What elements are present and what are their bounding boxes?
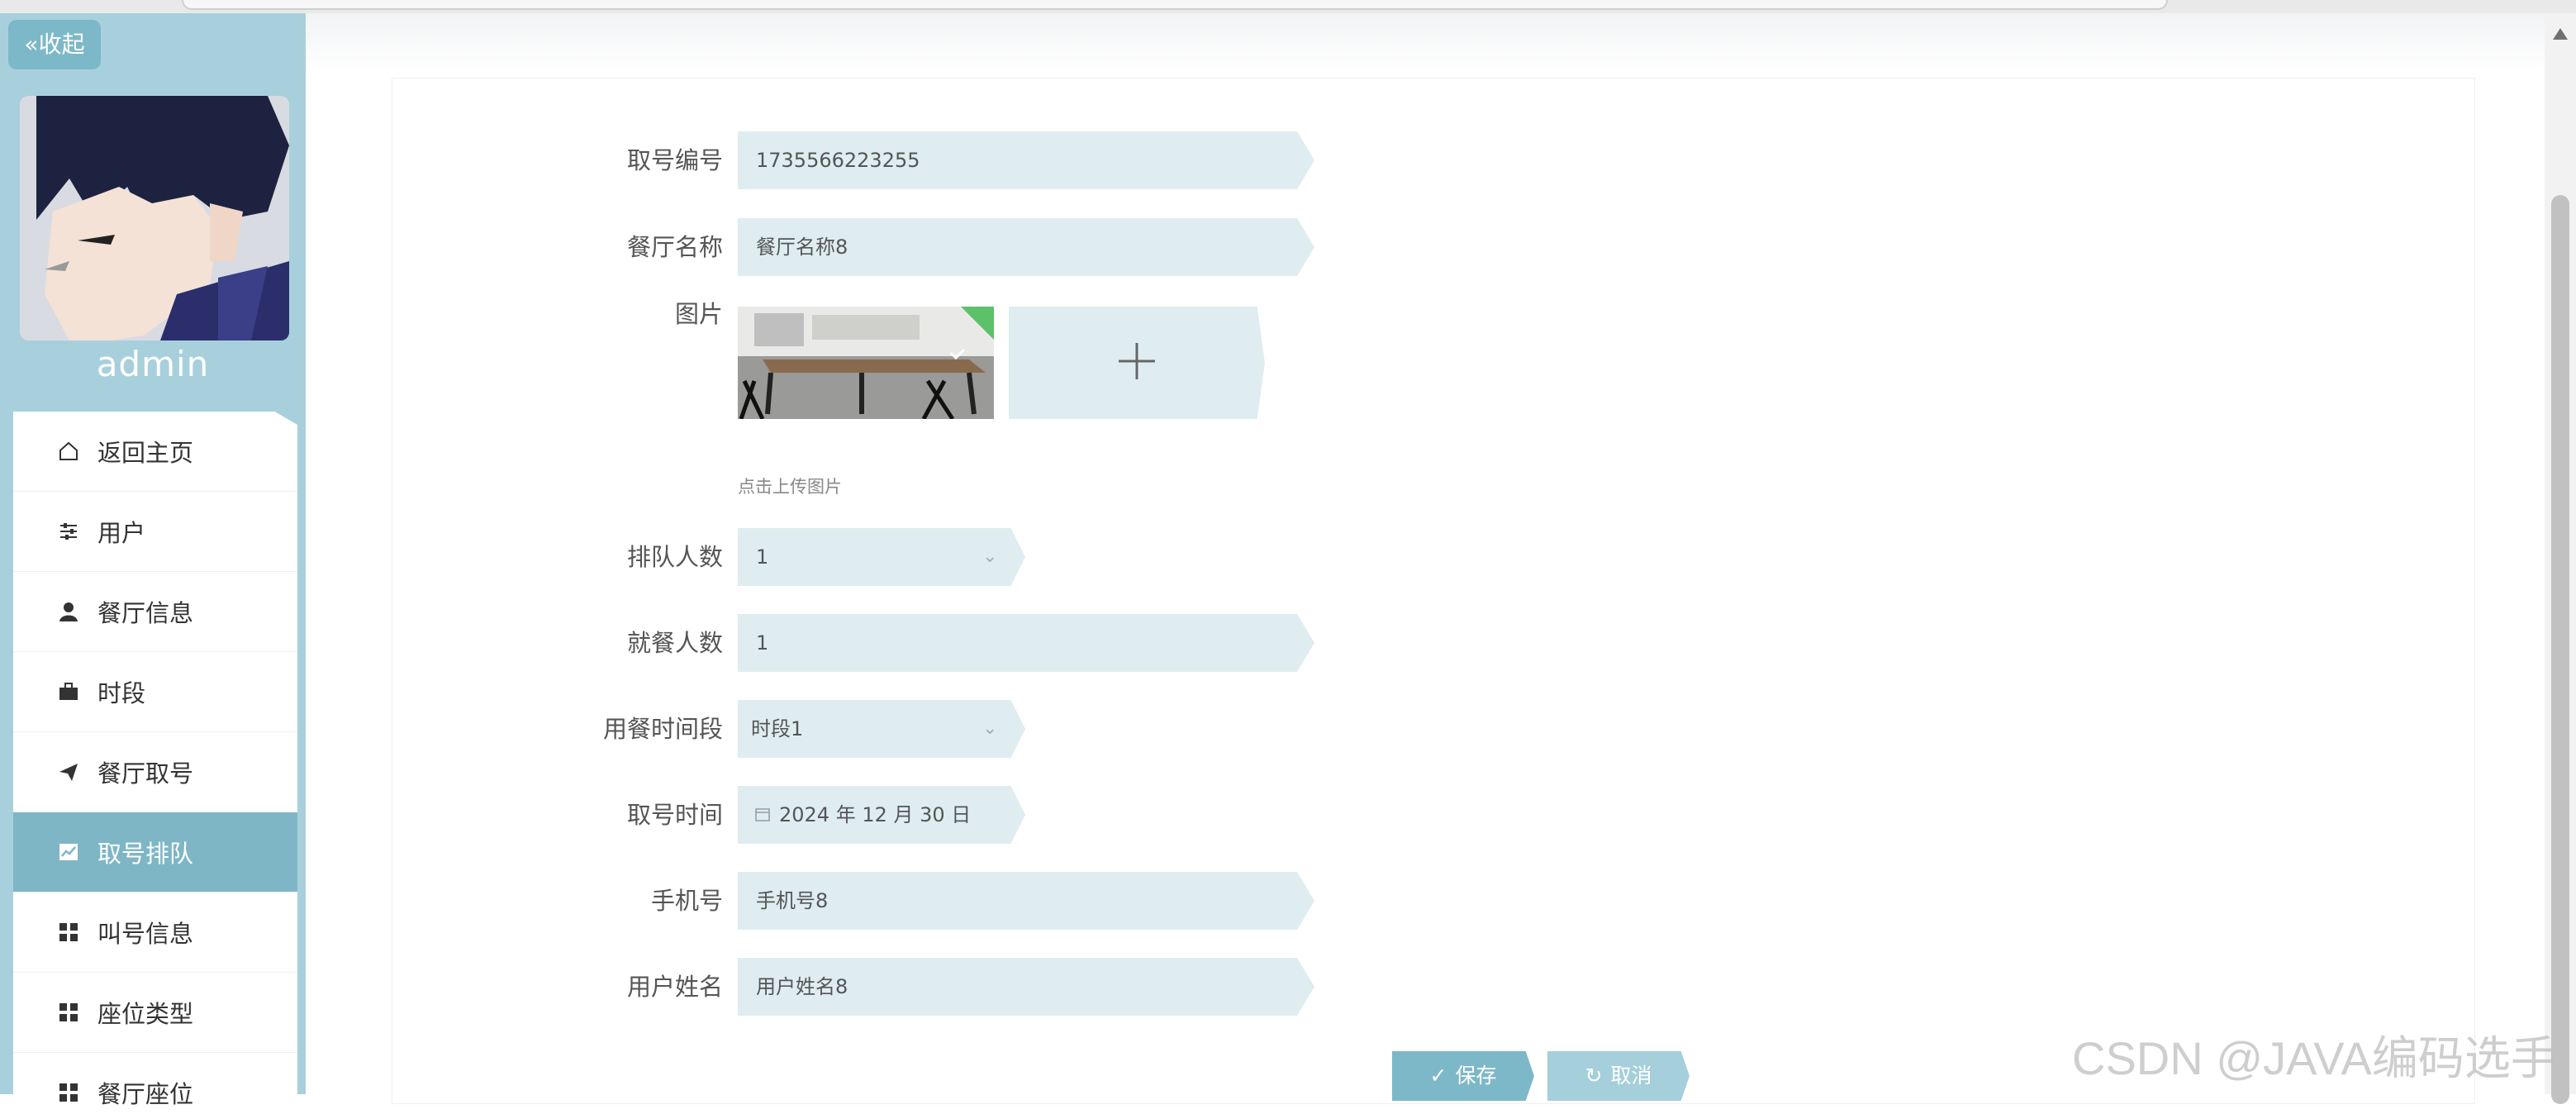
save-button[interactable]: ✓ 保存 xyxy=(1392,1051,1534,1101)
upload-hint: 点击上传图片 xyxy=(738,477,842,497)
collapse-label: 收起 xyxy=(38,31,85,58)
sidebar-item-restaurant-info[interactable]: 餐厅信息 xyxy=(13,572,297,652)
sidebar-item-home[interactable]: 返回主页 xyxy=(13,412,297,492)
sidebar-item-label: 时段 xyxy=(97,679,146,707)
form-row-time-slot: 用餐时间段 时段1 ⌄ xyxy=(392,700,2045,758)
chevron-down-icon: ⌄ xyxy=(982,718,998,739)
form-row-user-name: 用户姓名 用户姓名8 xyxy=(392,958,2045,1016)
queue-count-value: 1 xyxy=(756,545,769,569)
image-label: 图片 xyxy=(674,300,723,328)
send-icon xyxy=(56,759,81,784)
cancel-label: 取消 xyxy=(1610,1064,1652,1088)
queue-count-select[interactable]: 1 ⌄ xyxy=(738,528,1025,586)
sidebar-item-label: 座位类型 xyxy=(97,1000,194,1028)
time-slot-value: 时段1 xyxy=(751,717,804,740)
cancel-button[interactable]: ↻ 取消 xyxy=(1547,1051,1690,1101)
chart-icon xyxy=(56,840,81,864)
sidebar-item-label: 叫号信息 xyxy=(97,920,194,948)
collapse-button[interactable]: «收起 xyxy=(8,20,101,69)
ticket-no-field[interactable]: 1735566223255 xyxy=(738,131,1314,189)
check-icon: ✓ xyxy=(1429,1064,1447,1088)
home-icon xyxy=(56,439,81,464)
form-row-queue-count: 排队人数 1 ⌄ xyxy=(392,528,2045,586)
form-row-phone: 手机号 手机号8 xyxy=(392,872,2045,930)
ticket-time-value: 2024 年 12 月 30 日 xyxy=(779,803,972,826)
form-row-restaurant: 餐厅名称 餐厅名称8 xyxy=(392,218,2045,276)
ticket-no-label: 取号编号 xyxy=(626,146,723,174)
ticket-time-label: 取号时间 xyxy=(626,801,723,829)
watermark: CSDN @JAVA编码选手 xyxy=(2072,1032,2557,1084)
chevron-down-icon: ⌄ xyxy=(982,546,998,567)
sidebar-item-label: 返回主页 xyxy=(97,439,194,467)
grid-icon xyxy=(56,1000,81,1025)
sidebar-item-call-info[interactable]: 叫号信息 xyxy=(13,893,297,973)
form-row-diners: 就餐人数 1 xyxy=(392,614,2045,672)
sidebar-item-queue[interactable]: 取号排队 xyxy=(13,812,297,893)
sidebar-item-take-number[interactable]: 餐厅取号 xyxy=(13,732,297,812)
scroll-up-arrow-icon[interactable] xyxy=(2553,28,2568,40)
form-row-ticket-no: 取号编号 1735566223255 xyxy=(392,131,2045,189)
browser-top-bar xyxy=(0,0,2576,14)
phone-label: 手机号 xyxy=(650,887,723,915)
form-row-ticket-time: 取号时间 2024 年 12 月 30 日 xyxy=(392,786,2045,844)
sidebar-item-label: 用户 xyxy=(97,519,146,547)
sidebar-item-seat-type[interactable]: 座位类型 xyxy=(13,973,297,1053)
sidebar-item-label: 餐厅取号 xyxy=(97,759,194,788)
save-label: 保存 xyxy=(1455,1064,1497,1088)
sidebar-item-time-slot[interactable]: 时段 xyxy=(13,652,297,732)
username-label: admin xyxy=(96,344,210,384)
sidebar-item-label: 餐厅座位 xyxy=(97,1080,194,1108)
ticket-time-picker[interactable]: 2024 年 12 月 30 日 xyxy=(738,786,1025,844)
image-upload-button[interactable] xyxy=(1009,307,1265,419)
sidebar-item-label: 取号排队 xyxy=(97,840,194,868)
diners-label: 就餐人数 xyxy=(626,629,723,657)
diners-field[interactable]: 1 xyxy=(738,614,1314,672)
uploaded-image-thumbnail[interactable] xyxy=(738,307,994,419)
sidebar: «收起 admin 返回主页 用户 餐厅信息 时段 餐厅取号 取号排队 叫号信息… xyxy=(0,13,306,1114)
time-slot-label: 用餐时间段 xyxy=(602,715,723,743)
user-name-label: 用户姓名 xyxy=(626,973,723,1001)
briefcase-icon xyxy=(56,679,81,704)
time-slot-select[interactable]: 时段1 ⌄ xyxy=(738,700,1025,758)
vertical-scrollbar[interactable] xyxy=(2545,13,2576,1104)
sliders-icon xyxy=(56,519,81,544)
grid-icon xyxy=(56,920,81,945)
restaurant-label: 餐厅名称 xyxy=(626,233,723,261)
sidebar-item-users[interactable]: 用户 xyxy=(13,492,297,572)
plus-icon xyxy=(1115,340,1158,386)
calendar-icon xyxy=(754,787,771,844)
user-name-field[interactable]: 用户姓名8 xyxy=(738,958,1314,1016)
restaurant-field[interactable]: 餐厅名称8 xyxy=(738,218,1314,276)
main-content: 取号编号 1735566223255 餐厅名称 餐厅名称8 图片 点击上传图片 … xyxy=(306,13,2545,1104)
form-card: 取号编号 1735566223255 餐厅名称 餐厅名称8 图片 点击上传图片 … xyxy=(392,78,2475,1104)
scrollbar-thumb[interactable] xyxy=(2551,195,2569,1104)
queue-count-label: 排队人数 xyxy=(626,543,723,571)
sidebar-item-label: 餐厅信息 xyxy=(97,599,194,627)
sidebar-menu: 返回主页 用户 餐厅信息 时段 餐厅取号 取号排队 叫号信息 座位类型 餐厅座位 xyxy=(13,412,297,1114)
user-icon xyxy=(56,599,81,624)
avatar xyxy=(20,96,289,340)
grid-icon xyxy=(56,1080,81,1105)
refresh-icon: ↻ xyxy=(1585,1064,1603,1088)
sidebar-item-restaurant-seats[interactable]: 餐厅座位 xyxy=(13,1053,297,1114)
phone-field[interactable]: 手机号8 xyxy=(738,872,1314,930)
double-chevron-left-icon: « xyxy=(24,31,39,58)
address-bar[interactable] xyxy=(182,0,2168,10)
